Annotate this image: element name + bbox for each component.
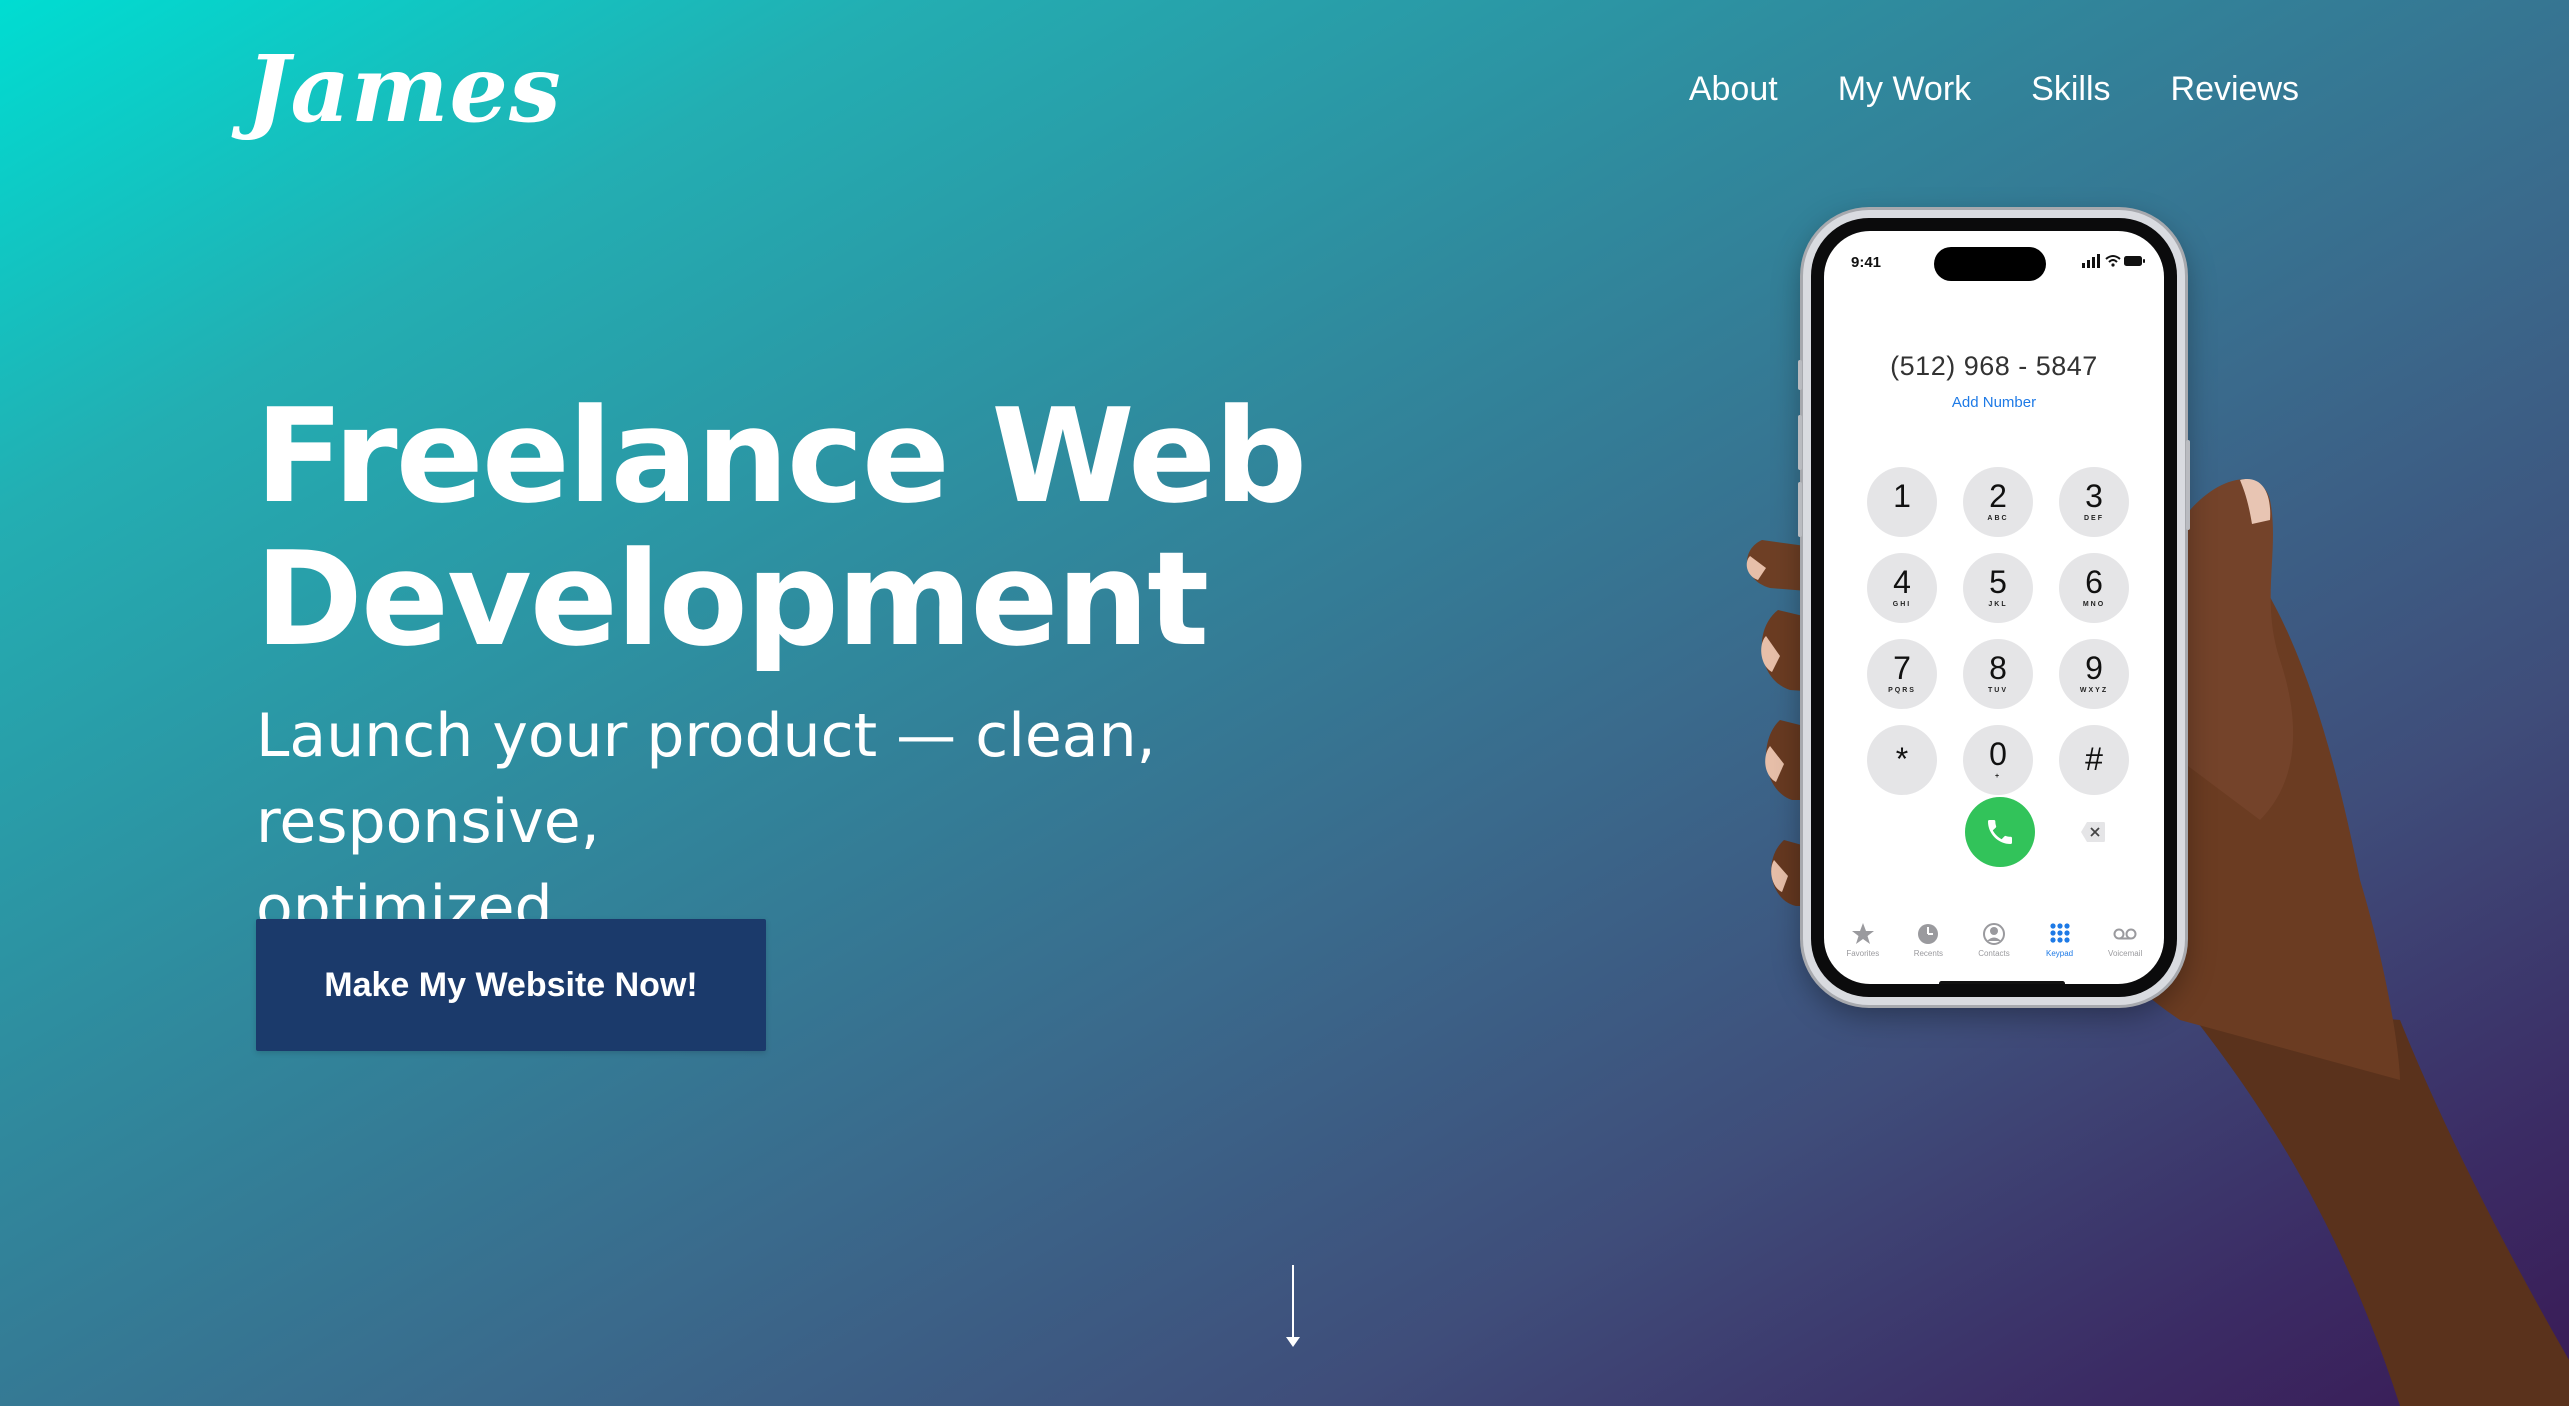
key-digit: 6 [2085,564,2103,600]
phone-volume-up [1798,415,1802,470]
key-letters: WXYZ [2079,687,2109,694]
key-letters: MNO [2082,601,2106,608]
phone-power-button [2186,440,2190,530]
key-letters: TUV [1988,687,2008,694]
key-2[interactable]: 2 ABC [1963,467,2033,537]
key-7[interactable]: 7 PQRS [1867,639,1937,709]
phone-bezel: 9:41 (512) 968 - 5847 Add Number 1 2 ABC… [1811,218,2177,997]
key-star[interactable]: * [1867,725,1937,795]
star-icon [1851,923,1874,944]
key-5[interactable]: 5 JKL [1963,553,2033,623]
key-0[interactable]: 0 + [1963,725,2033,795]
hero-subtitle-line1: Launch your product — clean, responsive, [256,701,1156,857]
key-letters: DEF [2084,515,2104,522]
hero-subtitle: Launch your product — clean, responsive,… [256,693,1506,951]
call-button[interactable] [1965,797,2035,867]
tab-contacts[interactable]: Contacts [1964,921,2024,971]
key-digit: 5 [1989,564,2007,600]
home-indicator [1939,981,2065,984]
key-6[interactable]: 6 MNO [2059,553,2129,623]
delete-icon[interactable] [2080,821,2106,843]
phone-tab-bar: Favorites Recents Contacts Keypad Voicem… [1824,921,2164,971]
battery-icon [2124,256,2145,266]
key-digit: 4 [1893,564,1911,600]
key-digit: 8 [1989,650,2007,686]
tab-label: Voicemail [2108,949,2143,958]
nav-item-skills[interactable]: Skills [2031,70,2110,109]
dialed-number: (512) 968 - 5847 [1890,351,2098,381]
tab-recents[interactable]: Recents [1898,921,1958,971]
tab-label: Contacts [1978,949,2010,958]
contact-icon [1982,923,2005,945]
wifi-icon [2105,255,2121,267]
phone-side-button [1798,360,1802,390]
status-bar: 9:41 [1824,231,2164,281]
main-nav: About My Work Skills Reviews [1689,70,2299,109]
tab-voicemail[interactable]: Voicemail [2095,921,2155,971]
key-3[interactable]: 3 DEF [2059,467,2129,537]
key-letters: GHI [1892,601,1912,608]
keypad-icon [2049,923,2070,943]
hero-title: Freelance Web Development [255,385,1355,671]
key-1[interactable]: 1 [1867,467,1937,537]
add-number-link[interactable]: Add Number [1824,394,2164,411]
hero-title-line1: Freelance Web [255,380,1307,532]
tab-label: Recents [1913,949,1944,958]
key-letters: JKL [1988,601,2008,608]
key-digit: 2 [1989,478,2007,514]
tab-favorites[interactable]: Favorites [1833,921,1893,971]
key-digit: 1 [1893,478,1911,514]
key-digit: * [1895,741,1909,777]
key-digit: # [2085,741,2103,777]
key-4[interactable]: 4 GHI [1867,553,1937,623]
signal-icon [2082,254,2100,268]
clock-icon [1918,924,1939,944]
status-icons [2082,254,2145,268]
phone-volume-down [1798,482,1802,537]
down-arrow-icon[interactable] [1283,1265,1303,1347]
hero-page: James About My Work Skills Reviews Freel… [0,0,2569,1406]
tab-keypad[interactable]: Keypad [2030,921,2090,971]
phone-icon [1988,820,2012,844]
tab-label: Favorites [1846,949,1880,958]
key-letters: PQRS [1888,687,1916,694]
nav-item-reviews[interactable]: Reviews [2171,70,2299,109]
phone-mockup: 9:41 (512) 968 - 5847 Add Number 1 2 ABC… [1798,210,2190,1005]
phone-screen: 9:41 (512) 968 - 5847 Add Number 1 2 ABC… [1824,231,2164,984]
hero-title-line2: Development [255,523,1209,675]
voicemail-icon [2113,928,2137,940]
make-website-button[interactable]: Make My Website Now! [256,919,766,1051]
nav-item-about[interactable]: About [1689,70,1778,109]
status-time: 9:41 [1851,254,1882,271]
dynamic-island [1934,247,2046,281]
logo[interactable]: James [246,30,562,150]
key-digit: 3 [2085,478,2103,514]
key-8[interactable]: 8 TUV [1963,639,2033,709]
key-hash[interactable]: # [2059,725,2129,795]
nav-item-my-work[interactable]: My Work [1838,70,1971,109]
key-9[interactable]: 9 WXYZ [2059,639,2129,709]
tab-label: Keypad [2046,949,2074,958]
key-digit: 0 [1989,736,2007,772]
key-digit: 7 [1893,650,1911,686]
key-letters: + [1994,773,2002,780]
key-digit: 9 [2085,650,2103,686]
key-letters: ABC [1987,515,2009,522]
